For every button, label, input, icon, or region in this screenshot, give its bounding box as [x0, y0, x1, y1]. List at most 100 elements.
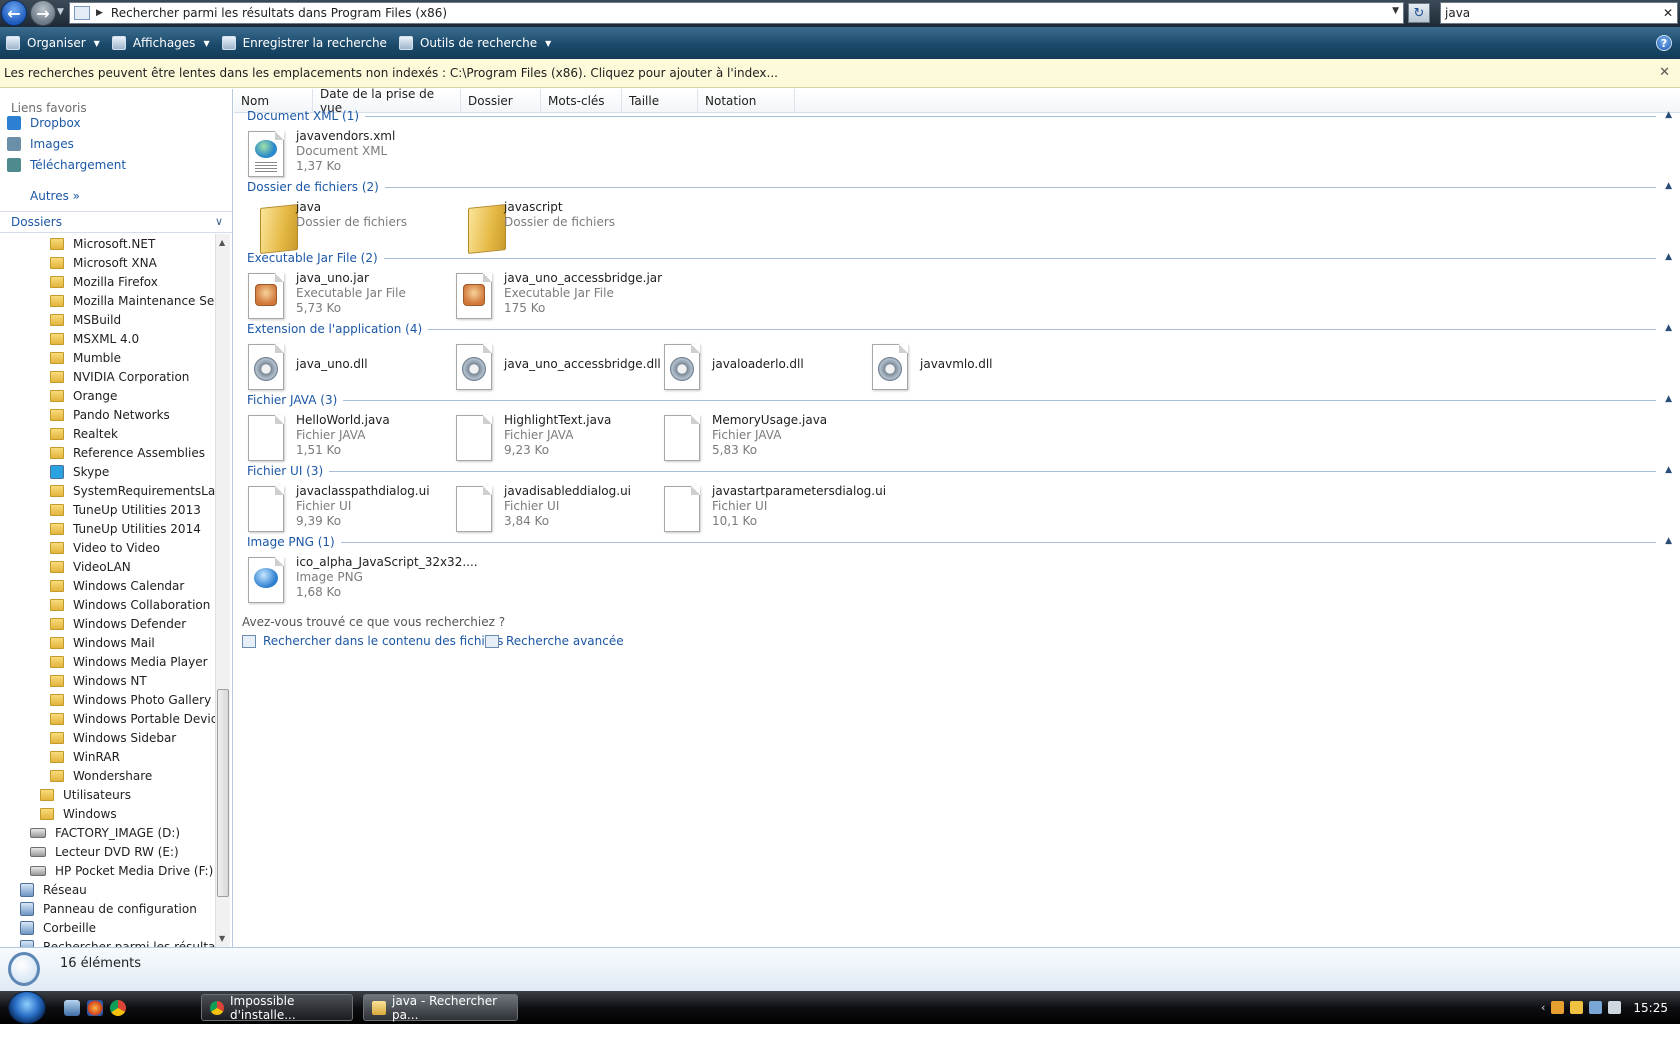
collapse-group-icon[interactable]: ▲: [1665, 323, 1672, 333]
column-header[interactable]: Mots-clés: [541, 89, 622, 113]
help-button[interactable]: ?: [1656, 35, 1672, 51]
organize-button[interactable]: Organiser ▼: [0, 27, 106, 59]
tree-item[interactable]: Mozilla Firefox: [50, 272, 158, 291]
tree-item[interactable]: Lecteur DVD RW (E:): [30, 842, 179, 861]
tree-item[interactable]: Microsoft.NET: [50, 234, 155, 253]
file-tile[interactable]: HighlightText.java Fichier JAVA 9,23 Ko: [442, 409, 662, 469]
group-header[interactable]: Fichier JAVA (3): [247, 391, 337, 409]
tree-item[interactable]: Windows Portable Devices: [50, 709, 215, 728]
file-tile[interactable]: javavmlo.dll: [858, 338, 1078, 398]
search-input[interactable]: java ✕: [1440, 2, 1678, 24]
favorite-link-images[interactable]: Images: [7, 134, 74, 154]
tree-item[interactable]: VideoLAN: [50, 557, 131, 576]
firefox-icon[interactable]: [87, 1000, 103, 1016]
tree-item[interactable]: Utilisateurs: [40, 785, 131, 804]
collapse-group-icon[interactable]: ▲: [1665, 536, 1672, 546]
back-button[interactable]: ←: [1, 0, 27, 26]
tray-app-icon[interactable]: [1551, 1001, 1565, 1014]
tree-item[interactable]: Windows NT: [50, 671, 147, 690]
taskbar-item-chrome[interactable]: Impossible d'installe...: [201, 994, 353, 1022]
search-tools-button[interactable]: Outils de recherche ▼: [393, 27, 557, 59]
advanced-search-link[interactable]: Recherche avancée: [485, 632, 624, 650]
favorite-link-downloads[interactable]: Téléchargement: [7, 155, 126, 175]
group-header[interactable]: Image PNG (1): [247, 533, 335, 551]
info-bar[interactable]: Les recherches peuvent être lentes dans …: [0, 59, 1680, 88]
column-header[interactable]: Taille: [622, 89, 698, 113]
start-button[interactable]: [8, 991, 46, 1024]
file-tile[interactable]: java_uno.dll: [234, 338, 454, 398]
volume-icon[interactable]: [1608, 1001, 1622, 1014]
file-tile[interactable]: javavendors.xml Document XML 1,37 Ko: [234, 125, 454, 185]
tree-item[interactable]: MSXML 4.0: [50, 329, 139, 348]
file-tile[interactable]: javaloaderlo.dll: [650, 338, 870, 398]
scrollbar-thumb[interactable]: [217, 689, 229, 897]
tree-item[interactable]: MSBuild: [50, 310, 121, 329]
refresh-button[interactable]: ↻: [1408, 3, 1430, 23]
column-header[interactable]: Notation: [698, 89, 795, 113]
tree-item[interactable]: TuneUp Utilities 2014: [50, 519, 201, 538]
group-header[interactable]: Extension de l'application (4): [247, 320, 422, 338]
scroll-down-icon[interactable]: ▼: [219, 934, 225, 943]
collapse-group-icon[interactable]: ▲: [1665, 181, 1672, 191]
tree-item[interactable]: TuneUp Utilities 2013: [50, 500, 201, 519]
tray-warning-icon[interactable]: [1570, 1001, 1584, 1014]
tree-item[interactable]: Windows Sidebar: [50, 728, 176, 747]
tree-item[interactable]: Video to Video: [50, 538, 160, 557]
file-tile[interactable]: MemoryUsage.java Fichier JAVA 5,83 Ko: [650, 409, 870, 469]
tree-item[interactable]: Reference Assemblies: [50, 443, 205, 462]
chrome-icon[interactable]: [110, 1000, 126, 1016]
clock[interactable]: 15:25: [1633, 1001, 1668, 1015]
file-tile[interactable]: javascript Dossier de fichiers: [442, 196, 662, 256]
recent-pages-dropdown-icon[interactable]: ▼: [57, 7, 64, 17]
tree-item[interactable]: Windows Photo Gallery: [50, 690, 211, 709]
tree-item[interactable]: Realtek: [50, 424, 118, 443]
tree-item[interactable]: Microsoft XNA: [50, 253, 157, 272]
tree-item[interactable]: HP Pocket Media Drive (F:): [30, 861, 213, 880]
breadcrumb-chevron-icon[interactable]: ▶: [96, 8, 103, 18]
search-file-contents-link[interactable]: Rechercher dans le contenu des fichiers: [242, 632, 503, 650]
file-tile[interactable]: HelloWorld.java Fichier JAVA 1,51 Ko: [234, 409, 454, 469]
tree-item[interactable]: Windows Media Player: [50, 652, 208, 671]
address-dropdown-icon[interactable]: ▼: [1392, 6, 1399, 16]
show-desktop-icon[interactable]: [64, 1000, 80, 1016]
column-header[interactable]: Dossier: [461, 89, 541, 113]
collapse-group-icon[interactable]: ▲: [1665, 110, 1672, 120]
tree-item[interactable]: Windows: [40, 804, 117, 823]
folders-header[interactable]: Dossiers ∨: [0, 211, 232, 233]
clear-search-icon[interactable]: ✕: [1663, 6, 1673, 20]
file-tile[interactable]: java Dossier de fichiers: [234, 196, 454, 256]
group-header[interactable]: Fichier UI (3): [247, 462, 323, 480]
favorite-link-dropbox[interactable]: Dropbox: [7, 113, 81, 133]
file-tile[interactable]: javadisableddialog.ui Fichier UI 3,84 Ko: [442, 480, 662, 540]
scroll-up-icon[interactable]: ▲: [219, 238, 225, 247]
forward-button[interactable]: →: [30, 0, 56, 26]
tree-item[interactable]: Rechercher parmi les résultats de: [20, 937, 215, 947]
tree-item[interactable]: Windows Defender: [50, 614, 186, 633]
file-tile[interactable]: javaclasspathdialog.ui Fichier UI 9,39 Ko: [234, 480, 454, 540]
tree-item[interactable]: Panneau de configuration: [20, 899, 197, 918]
breadcrumb-path[interactable]: Rechercher parmi les résultats dans Prog…: [111, 6, 447, 20]
tree-item[interactable]: WinRAR: [50, 747, 120, 766]
views-button[interactable]: Affichages ▼: [106, 27, 216, 59]
more-favorites-link[interactable]: Autres »: [30, 189, 80, 203]
show-hidden-icons-icon[interactable]: ‹: [1541, 1001, 1545, 1014]
collapse-group-icon[interactable]: ▲: [1665, 252, 1672, 262]
tree-item[interactable]: Mumble: [50, 348, 121, 367]
file-tile[interactable]: javastartparametersdialog.ui Fichier UI 10…: [650, 480, 886, 540]
tree-item[interactable]: Windows Mail: [50, 633, 155, 652]
file-tile[interactable]: ico_alpha_JavaScript_32x32.... Image PNG 1…: [234, 551, 478, 611]
tree-item[interactable]: Pando Networks: [50, 405, 170, 424]
file-tile[interactable]: java_uno_accessbridge.dll: [442, 338, 662, 398]
tree-item[interactable]: NVIDIA Corporation: [50, 367, 189, 386]
close-icon[interactable]: ✕: [1659, 65, 1670, 80]
taskbar-item-explorer[interactable]: java - Rechercher pa...: [363, 994, 518, 1022]
group-header[interactable]: Dossier de fichiers (2): [247, 178, 379, 196]
folder-tree-scrollbar[interactable]: ▲ ▼: [215, 234, 230, 947]
file-tile[interactable]: java_uno.jar Executable Jar File 5,73 Ko: [234, 267, 454, 327]
tree-item[interactable]: Corbeille: [20, 918, 96, 937]
collapse-group-icon[interactable]: ▲: [1665, 394, 1672, 404]
group-header[interactable]: Executable Jar File (2): [247, 249, 378, 267]
collapse-group-icon[interactable]: ▲: [1665, 465, 1672, 475]
tree-item[interactable]: FACTORY_IMAGE (D:): [30, 823, 180, 842]
network-icon[interactable]: [1589, 1001, 1603, 1014]
